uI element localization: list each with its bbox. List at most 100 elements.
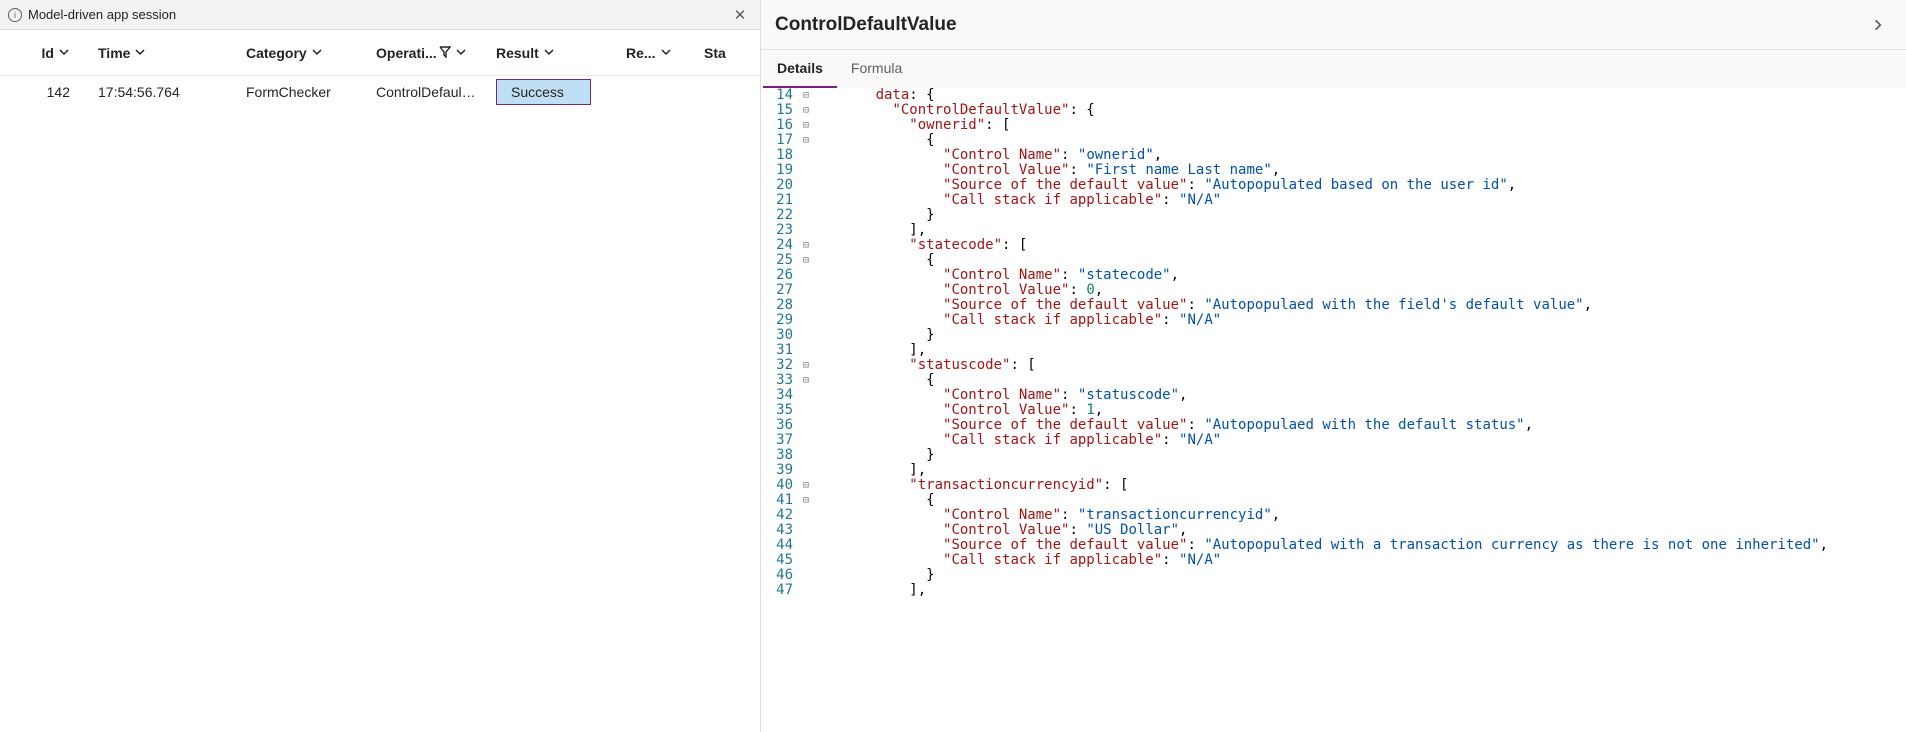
code-content: "Call stack if applicable": "N/A" [819, 193, 1906, 208]
left-pane-header: i Model-driven app session ✕ [0, 0, 760, 30]
code-line: 22 } [761, 208, 1906, 223]
fold-icon[interactable]: ⊟ [803, 493, 819, 508]
fold-icon [803, 193, 819, 208]
code-line: 40⊟ "transactioncurrencyid": [ [761, 478, 1906, 493]
fold-icon[interactable]: ⊟ [803, 253, 819, 268]
col-re[interactable]: Re... [616, 45, 694, 61]
code-content: "Call stack if applicable": "N/A" [819, 553, 1906, 568]
chevron-down-icon [134, 45, 146, 61]
line-number: 27 [761, 283, 803, 298]
line-number: 41 [761, 493, 803, 508]
line-number: 21 [761, 193, 803, 208]
result-badge[interactable]: Success [496, 79, 591, 105]
fold-icon[interactable]: ⊟ [803, 103, 819, 118]
code-content: ], [819, 583, 1906, 598]
code-line: 28 "Source of the default value": "Autop… [761, 298, 1906, 313]
col-category-label: Category [246, 45, 307, 61]
code-line: 17⊟ { [761, 133, 1906, 148]
line-number: 20 [761, 178, 803, 193]
code-content: { [819, 253, 1906, 268]
code-line: 41⊟ { [761, 493, 1906, 508]
code-line: 15⊟ "ControlDefaultValue": { [761, 103, 1906, 118]
code-content: "transactioncurrencyid": [ [819, 478, 1906, 493]
tab-formula[interactable]: Formula [837, 50, 916, 88]
line-number: 28 [761, 298, 803, 313]
code-content: "statuscode": [ [819, 358, 1906, 373]
code-line: 39 ], [761, 463, 1906, 478]
fold-icon [803, 148, 819, 163]
chevron-down-icon [543, 45, 555, 61]
col-id[interactable]: Id [0, 45, 88, 61]
code-line: 46 } [761, 568, 1906, 583]
table-row[interactable]: 142 17:54:56.764 FormChecker ControlDefa… [0, 76, 760, 108]
fold-icon [803, 178, 819, 193]
col-operation[interactable]: Operati... [366, 45, 486, 61]
fold-icon [803, 538, 819, 553]
code-content: "Source of the default value": "Autopopu… [819, 178, 1906, 193]
line-number: 19 [761, 163, 803, 178]
code-content: "Control Value": "First name Last name", [819, 163, 1906, 178]
code-line: 21 "Call stack if applicable": "N/A" [761, 193, 1906, 208]
code-line: 20 "Source of the default value": "Autop… [761, 178, 1906, 193]
code-line: 43 "Control Value": "US Dollar", [761, 523, 1906, 538]
fold-icon[interactable]: ⊟ [803, 88, 819, 103]
code-line: 32⊟ "statuscode": [ [761, 358, 1906, 373]
code-content: ], [819, 463, 1906, 478]
code-content: ], [819, 223, 1906, 238]
fold-icon[interactable]: ⊟ [803, 238, 819, 253]
grid-header: Id Time Category Operati... Result Re...… [0, 30, 760, 76]
fold-icon[interactable]: ⊟ [803, 373, 819, 388]
code-content: { [819, 373, 1906, 388]
close-button[interactable]: ✕ [728, 3, 752, 27]
line-number: 46 [761, 568, 803, 583]
fold-icon [803, 268, 819, 283]
fold-icon [803, 388, 819, 403]
info-icon: i [8, 8, 22, 22]
code-content: { [819, 493, 1906, 508]
line-number: 45 [761, 553, 803, 568]
line-number: 16 [761, 118, 803, 133]
code-content: "Control Name": "statecode", [819, 268, 1906, 283]
code-editor[interactable]: 14⊟ data: {15⊟ "ControlDefaultValue": {1… [761, 88, 1906, 732]
code-content: "Control Name": "ownerid", [819, 148, 1906, 163]
line-number: 40 [761, 478, 803, 493]
line-number: 23 [761, 223, 803, 238]
code-content: "statecode": [ [819, 238, 1906, 253]
line-number: 34 [761, 388, 803, 403]
fold-icon [803, 568, 819, 583]
fold-icon [803, 283, 819, 298]
code-line: 36 "Source of the default value": "Autop… [761, 418, 1906, 433]
fold-icon [803, 298, 819, 313]
tab-details[interactable]: Details [763, 50, 837, 88]
code-line: 42 "Control Name": "transactioncurrencyi… [761, 508, 1906, 523]
fold-icon [803, 583, 819, 598]
col-result[interactable]: Result [486, 45, 616, 61]
code-content: { [819, 133, 1906, 148]
cell-time: 17:54:56.764 [88, 84, 236, 100]
fold-icon[interactable]: ⊟ [803, 478, 819, 493]
code-line: 45 "Call stack if applicable": "N/A" [761, 553, 1906, 568]
fold-icon [803, 463, 819, 478]
col-re-label: Re... [626, 45, 656, 61]
fold-icon[interactable]: ⊟ [803, 133, 819, 148]
fold-icon[interactable]: ⊟ [803, 358, 819, 373]
fold-icon[interactable]: ⊟ [803, 118, 819, 133]
col-time[interactable]: Time [88, 45, 236, 61]
code-content: "Control Value": "US Dollar", [819, 523, 1906, 538]
code-content: "Control Value": 0, [819, 283, 1906, 298]
code-content: "Control Name": "transactioncurrencyid", [819, 508, 1906, 523]
col-operation-label: Operati... [376, 45, 437, 61]
collapse-button[interactable] [1864, 11, 1892, 39]
fold-icon [803, 223, 819, 238]
col-id-label: Id [42, 45, 54, 61]
fold-icon [803, 523, 819, 538]
line-number: 44 [761, 538, 803, 553]
cell-id: 142 [0, 84, 88, 100]
code-line: 14⊟ data: { [761, 88, 1906, 103]
chevron-down-icon [58, 45, 70, 61]
fold-icon [803, 433, 819, 448]
code-line: 18 "Control Name": "ownerid", [761, 148, 1906, 163]
code-content: } [819, 568, 1906, 583]
col-sta[interactable]: Sta [694, 45, 744, 61]
col-category[interactable]: Category [236, 45, 366, 61]
